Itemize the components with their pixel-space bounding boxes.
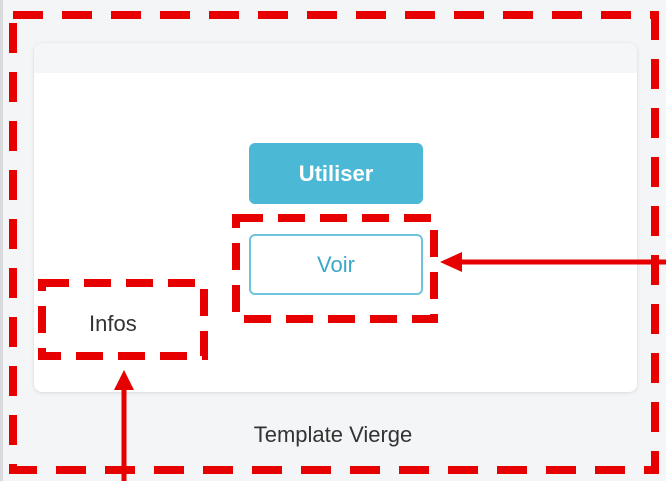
panel-edge (0, 0, 3, 481)
card-preview-header (34, 43, 637, 73)
template-selection-screen: Utiliser Voir Infos Template Vierge (0, 0, 666, 481)
use-template-button[interactable]: Utiliser (249, 143, 423, 204)
infos-link[interactable]: Infos (89, 311, 137, 337)
view-template-button[interactable]: Voir (249, 234, 423, 295)
template-name-label: Template Vierge (253, 422, 413, 447)
template-card[interactable] (34, 43, 637, 392)
